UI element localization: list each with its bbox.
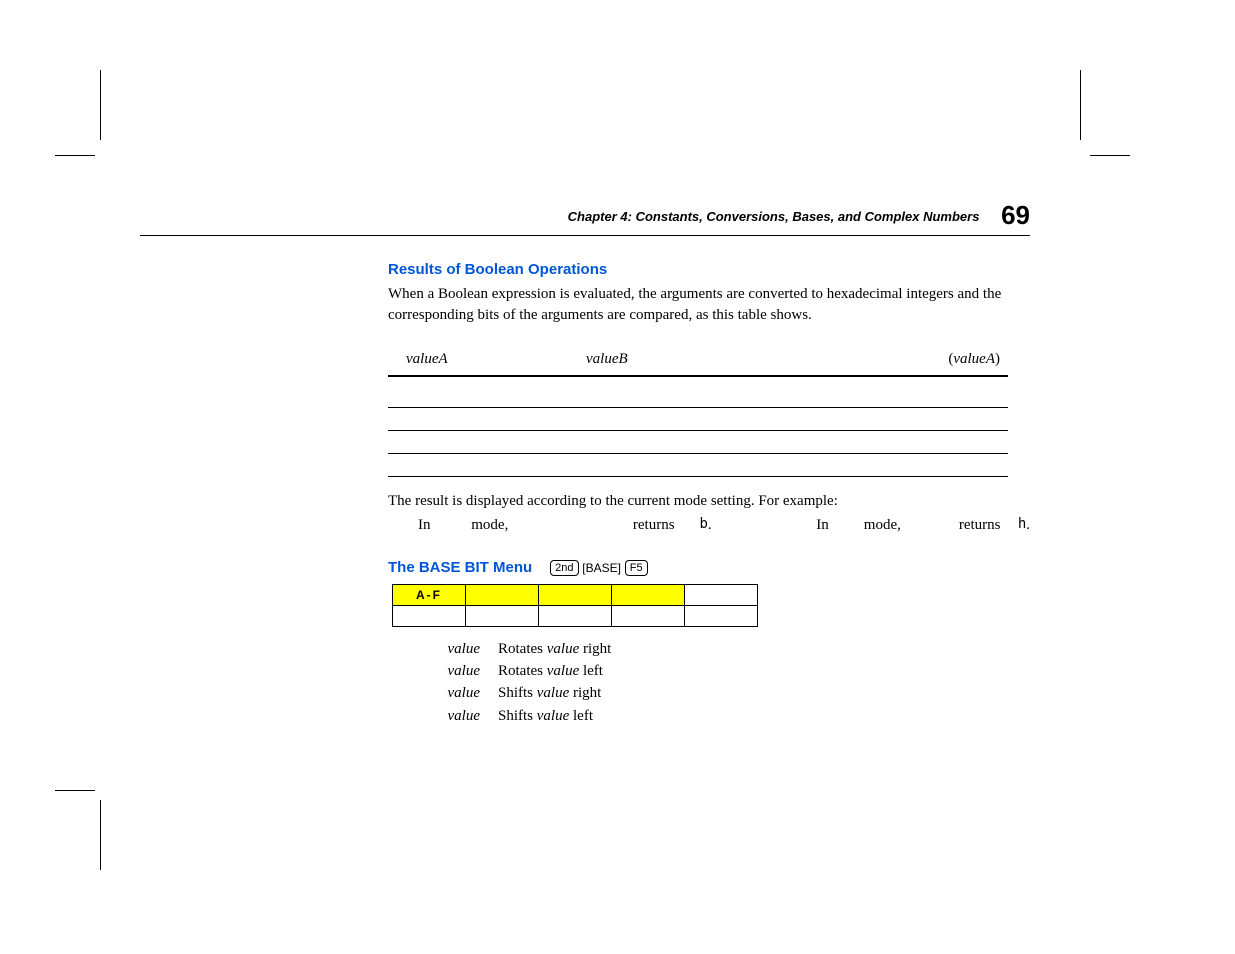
crop-mark	[1080, 70, 1081, 140]
crop-mark	[55, 155, 95, 156]
mode-sentence: The result is displayed according to the…	[388, 491, 1030, 511]
menu-cell	[393, 605, 466, 626]
mode-example-line: In mode, returns b. In mode, returns h.	[388, 515, 1030, 535]
menu-cell	[466, 605, 539, 626]
table-row	[388, 377, 1008, 408]
page-number: 69	[1001, 200, 1030, 230]
crop-mark	[55, 790, 95, 791]
page-content: Chapter 4: Constants, Conversions, Bases…	[140, 200, 1030, 728]
menu-cell	[539, 584, 612, 605]
definition-row: value Shifts value right	[388, 683, 1030, 703]
key-f5: F5	[625, 560, 648, 576]
definition-row: value Rotates value right	[388, 639, 1030, 659]
crop-mark	[100, 800, 101, 870]
running-header: Chapter 4: Constants, Conversions, Bases…	[140, 200, 1030, 236]
menu-cell	[685, 584, 758, 605]
boolean-table-header: valueA valueB (valueA)	[388, 345, 1008, 377]
menu-table: A‑F	[392, 584, 758, 627]
menu-cell	[685, 605, 758, 626]
bit-menu-heading: The BASE BIT Menu 2nd [BASE] F5	[388, 558, 1030, 578]
chapter-title: Chapter 4: Constants, Conversions, Bases…	[568, 209, 980, 224]
table-row	[388, 454, 1008, 477]
menu-cell	[612, 605, 685, 626]
col-header-a: valueA	[388, 349, 586, 369]
menu-cell	[612, 584, 685, 605]
menu-cell	[539, 605, 612, 626]
definitions: value Rotates value right value Rotates …	[388, 639, 1030, 726]
section-heading-results: Results of Boolean Operations	[388, 260, 1030, 280]
col-header-result: (valueA)	[726, 349, 1008, 369]
crop-mark	[100, 70, 101, 140]
crop-mark	[1090, 155, 1130, 156]
table-row	[388, 431, 1008, 454]
section-body: When a Boolean expression is evaluated, …	[388, 284, 1030, 325]
section-heading-bit-menu: The BASE BIT Menu	[388, 558, 532, 578]
boolean-table: valueA valueB (valueA)	[388, 345, 1008, 477]
menu-cell-highlight: A‑F	[393, 584, 466, 605]
key-sequence: 2nd [BASE] F5	[550, 558, 647, 578]
menu-cell	[466, 584, 539, 605]
definition-row: value Rotates value left	[388, 661, 1030, 681]
key-2nd: 2nd	[550, 560, 578, 576]
definition-row: value Shifts value left	[388, 706, 1030, 726]
table-row	[388, 408, 1008, 431]
col-header-b: valueB	[586, 349, 726, 369]
